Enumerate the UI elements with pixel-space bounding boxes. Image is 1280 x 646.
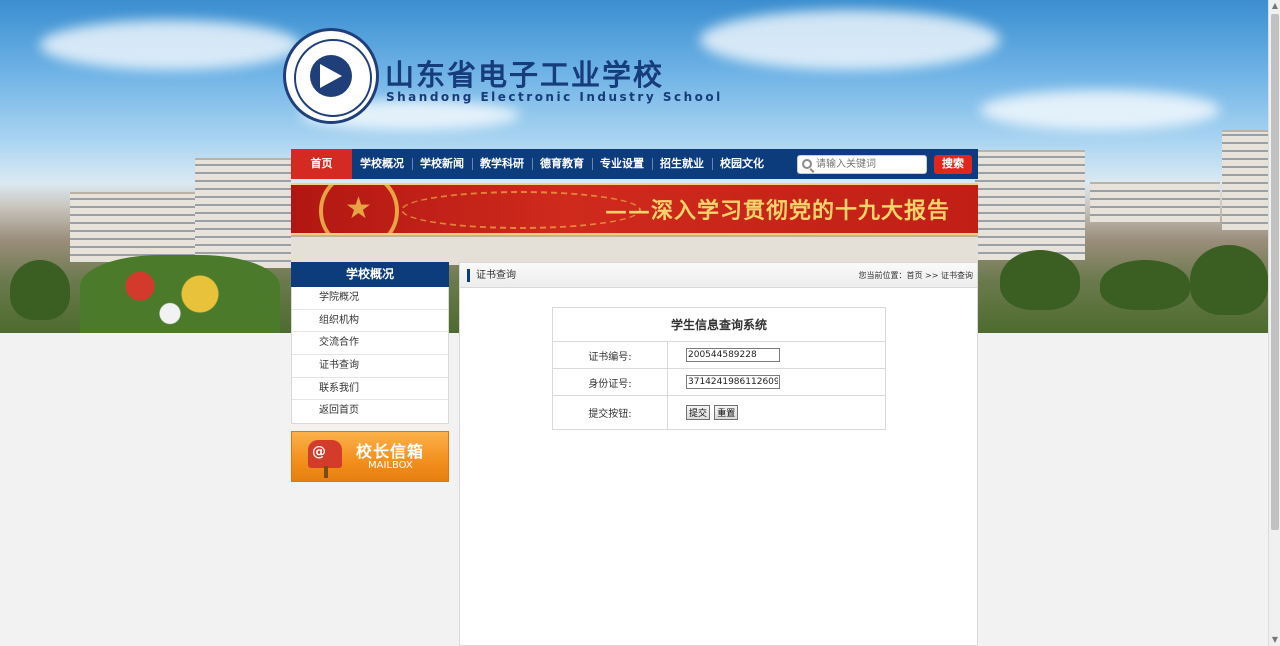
school-name-cn: 山东省电子工业学校 [385, 58, 665, 92]
search-icon [802, 159, 812, 169]
form-caption: 学生信息查询系统 [552, 307, 886, 342]
nav-item-home[interactable]: 首页 [291, 149, 352, 179]
promo-banner[interactable]: ——深入学习贯彻党的十九大报告 [291, 183, 978, 235]
school-logo[interactable]: 山东省电子工业学校 Shandong Electronic Industry S… [283, 28, 720, 126]
flower-bed [80, 255, 280, 333]
search-button[interactable]: 搜索 [934, 155, 972, 174]
sidebar-item-contact[interactable]: 联系我们 [292, 377, 448, 401]
scroll-up-icon[interactable]: ▲ [1271, 2, 1279, 10]
sidebar: 学校概况 学院概况 组织机构 交流合作 证书查询 联系我们 返回首页 校长信箱 … [291, 262, 449, 483]
search-box [797, 155, 927, 174]
sidebar-title: 学校概况 [291, 262, 449, 287]
search-input[interactable] [816, 156, 924, 173]
content-header: 证书查询 您当前位置：首页 >> 证书查询 [460, 263, 977, 288]
scrollbar-thumb[interactable] [1271, 14, 1279, 530]
mailbox-icon [308, 440, 342, 469]
id-number-label: 身份证号: [552, 368, 668, 396]
scroll-down-icon[interactable]: ▼ [1271, 636, 1279, 644]
id-number-input[interactable] [686, 375, 780, 389]
cert-number-label: 证书编号: [552, 341, 668, 369]
nav-item-teaching-research[interactable]: 教学科研 [472, 149, 532, 179]
mailbox-subtitle: MAILBOX [368, 460, 413, 472]
sidebar-item-cooperation[interactable]: 交流合作 [292, 332, 448, 356]
main-content: 证书查询 您当前位置：首页 >> 证书查询 学生信息查询系统 证书编号: 身份证… [459, 262, 978, 646]
cert-number-input[interactable] [686, 348, 780, 362]
nav-item-school-overview[interactable]: 学校概况 [352, 149, 412, 179]
school-name-en: Shandong Electronic Industry School [386, 90, 723, 104]
submit-row-label: 提交按钮: [552, 395, 668, 430]
submit-button[interactable]: 提交 [686, 405, 711, 420]
sidebar-menu: 学院概况 组织机构 交流合作 证书查询 联系我们 返回首页 [291, 287, 449, 425]
banner-slogan: ——深入学习贯彻党的十九大报告 [604, 198, 950, 224]
sidebar-item-college-overview[interactable]: 学院概况 [292, 287, 448, 310]
sidebar-item-back-home[interactable]: 返回首页 [292, 400, 448, 424]
reset-button[interactable]: 重置 [714, 405, 739, 420]
principal-mailbox-button[interactable]: 校长信箱 MAILBOX [291, 431, 449, 483]
nav-item-majors[interactable]: 专业设置 [592, 149, 652, 179]
school-emblem-icon [283, 28, 379, 124]
nav-item-moral-education[interactable]: 德育教育 [532, 149, 592, 179]
sidebar-item-organization[interactable]: 组织机构 [292, 309, 448, 333]
page-scrollbar[interactable]: ▲ ▼ [1268, 0, 1280, 646]
party-emblem-icon [319, 185, 399, 233]
sidebar-item-certificate-query[interactable]: 证书查询 [292, 355, 448, 378]
nav-item-school-news[interactable]: 学校新闻 [412, 149, 472, 179]
certificate-query-form: 学生信息查询系统 证书编号: 身份证号: 提交按钮: 提交 重置 [552, 307, 886, 430]
breadcrumb: 您当前位置：首页 >> 证书查询 [858, 271, 974, 280]
nav-item-campus-culture[interactable]: 校园文化 [712, 149, 772, 179]
nav-item-admissions[interactable]: 招生就业 [652, 149, 712, 179]
main-nav: 首页 学校概况 学校新闻 教学科研 德育教育 专业设置 招生就业 校园文化 搜索 [291, 149, 978, 179]
page-title: 证书查询 [476, 270, 516, 281]
mailbox-title: 校长信箱 [356, 442, 425, 462]
